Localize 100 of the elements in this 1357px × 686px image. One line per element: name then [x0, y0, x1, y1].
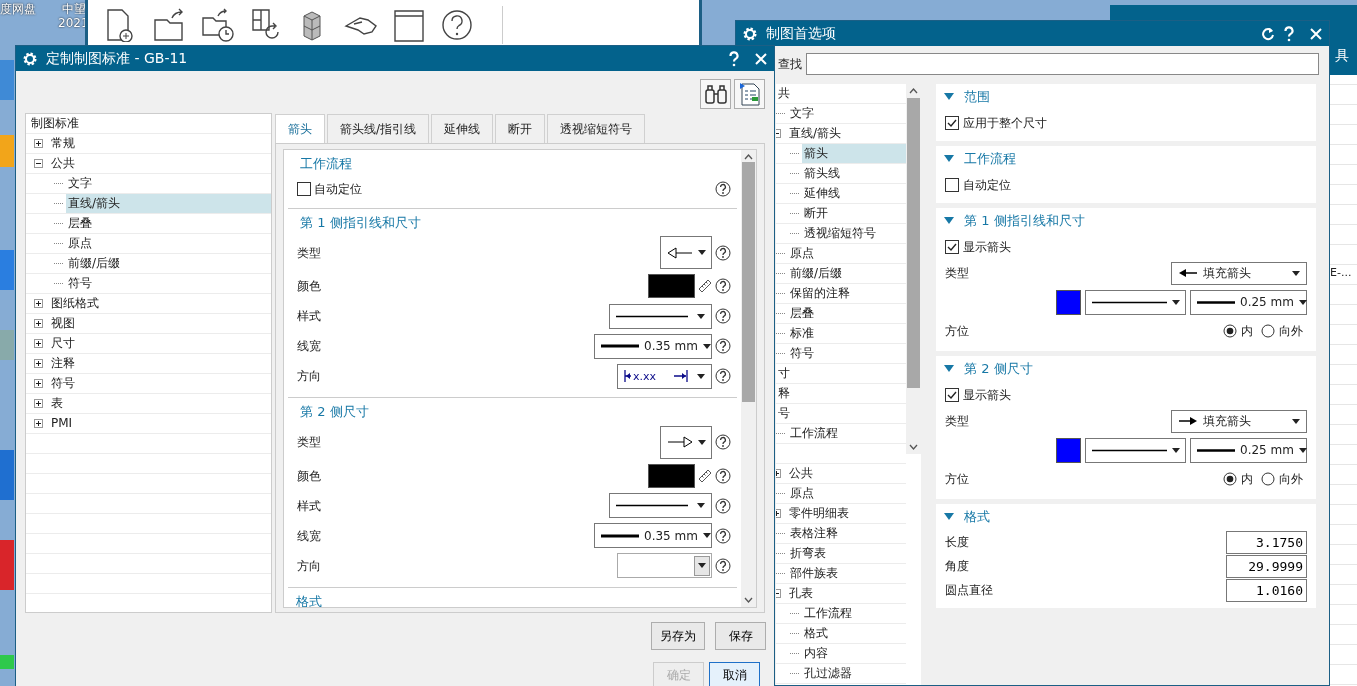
ruler-icon[interactable] [698, 279, 712, 293]
tree-item[interactable]: 层叠 [66, 214, 271, 233]
tree-toggle[interactable] [34, 139, 43, 148]
tab[interactable]: 箭头线/指引线 [327, 114, 430, 143]
tree-item[interactable]: 原点 [788, 484, 906, 503]
tree-item[interactable]: 前缀/后缀 [66, 254, 271, 273]
radio-button[interactable] [1261, 324, 1275, 338]
tree-toggle[interactable] [34, 299, 43, 308]
toolbar-button[interactable] [700, 79, 731, 109]
collapse-caret-icon[interactable] [944, 93, 954, 101]
tree-item[interactable]: 内容 [802, 644, 906, 663]
help-icon[interactable] [715, 308, 731, 324]
close-icon[interactable] [1309, 26, 1323, 41]
arrow-type-dropdown[interactable]: 填充箭头 [1171, 261, 1307, 285]
tree-item[interactable]: 尺寸 [49, 334, 271, 353]
tree-item[interactable]: 箭头线 [802, 164, 906, 183]
close-icon[interactable] [754, 51, 768, 66]
tree-item[interactable]: 符号 [66, 274, 271, 293]
tree-item[interactable]: 保留的注释 [788, 284, 906, 303]
tree-toggle[interactable] [34, 419, 43, 428]
number-field[interactable]: 1.0160 [1226, 578, 1307, 602]
tree-item[interactable]: 共 [776, 84, 906, 103]
checkbox[interactable] [297, 181, 311, 196]
scrollbar[interactable] [906, 84, 921, 454]
arrow-type-dropdown[interactable] [660, 425, 712, 459]
collapse-caret-icon[interactable] [944, 513, 954, 521]
tree-item[interactable]: 视图 [49, 314, 271, 333]
help-icon[interactable] [715, 467, 731, 484]
tree-toggle[interactable] [34, 159, 43, 168]
dialog-button[interactable]: 保存 [715, 622, 766, 650]
line-width-dropdown[interactable]: 0.25 mm [1190, 437, 1307, 463]
tree-item[interactable]: 寸 [776, 364, 906, 383]
tab[interactable]: 延伸线 [431, 114, 494, 143]
tree-toggle[interactable] [34, 399, 43, 408]
tab[interactable]: 断开 [495, 114, 546, 143]
search-field[interactable] [806, 53, 1319, 75]
tree-item[interactable]: 号 [776, 404, 906, 423]
radio-button[interactable] [1223, 472, 1237, 486]
tree-item[interactable]: 前缀/后缀 [788, 264, 906, 283]
folder-clock-icon[interactable] [200, 8, 234, 42]
checkbox[interactable] [945, 177, 959, 192]
tree-item[interactable]: 格式 [802, 624, 906, 643]
tree-item[interactable]: 公共 [787, 464, 906, 483]
color-swatch[interactable] [1056, 437, 1081, 463]
folder-icon[interactable] [152, 8, 186, 42]
tree-item[interactable]: 直线/箭头 [787, 124, 906, 143]
tree-item[interactable]: 层叠 [788, 304, 906, 323]
tree-item[interactable]: 透视缩短符号 [802, 224, 906, 243]
line-style-dropdown[interactable] [1085, 289, 1186, 315]
window-icon[interactable] [392, 8, 426, 42]
arrow-type-dropdown[interactable] [660, 236, 712, 269]
tree-item[interactable]: 孔过滤器 [802, 664, 906, 683]
color-swatch[interactable] [648, 463, 695, 488]
tree-item[interactable]: 释 [776, 384, 906, 403]
tree-item[interactable]: 工作流程 [802, 604, 906, 623]
tree-item[interactable]: 标准 [788, 324, 906, 343]
tree-item[interactable]: 符号 [49, 374, 271, 393]
refresh-icon[interactable] [1261, 26, 1275, 41]
tree-item[interactable]: 折弯表 [788, 544, 906, 563]
dialog-button[interactable]: 另存为 [651, 622, 705, 650]
tree-item[interactable]: 箭头 [802, 144, 906, 163]
help-icon[interactable] [1283, 25, 1295, 42]
tree-item[interactable]: 注释 [49, 354, 271, 373]
tree-item[interactable]: 文字 [788, 104, 906, 123]
color-swatch[interactable] [1056, 289, 1081, 315]
tree-item[interactable]: 常规 [49, 134, 271, 153]
tree-item[interactable]: 原点 [66, 234, 271, 253]
tree-toggle[interactable] [34, 319, 43, 328]
tree-item[interactable]: 延伸线 [802, 184, 906, 203]
tab[interactable]: 箭头 [275, 114, 325, 143]
tree-toggle[interactable] [34, 379, 43, 388]
help-icon[interactable] [715, 180, 731, 197]
color-swatch[interactable] [648, 274, 695, 298]
arrow-type-dropdown[interactable]: 填充箭头 [1171, 409, 1307, 433]
radio-button[interactable] [1223, 324, 1237, 338]
help-icon[interactable] [715, 497, 731, 514]
tree-item[interactable]: 零件明细表 [787, 504, 906, 523]
tree-item[interactable]: 断开 [802, 204, 906, 223]
number-field[interactable]: 29.9999 [1226, 554, 1307, 578]
line-style-dropdown[interactable] [609, 493, 712, 518]
help-icon[interactable] [715, 527, 731, 544]
tree-item[interactable]: 符号 [788, 344, 906, 363]
tree-root[interactable]: 制图标准 [29, 114, 271, 133]
tree-item[interactable]: 表格注释 [788, 524, 906, 543]
ruler-icon[interactable] [698, 468, 712, 483]
collapse-caret-icon[interactable] [944, 155, 954, 163]
tree-item[interactable]: 图纸格式 [49, 294, 271, 313]
tree-item[interactable]: PMI [49, 414, 271, 433]
help-icon[interactable] [715, 434, 731, 450]
help-icon[interactable] [728, 50, 740, 67]
tree-item[interactable]: 直线/箭头 [66, 194, 271, 213]
line-style-dropdown[interactable] [609, 303, 712, 329]
tree-toggle[interactable] [34, 359, 43, 368]
toolbar-button[interactable] [734, 79, 765, 109]
tree-item[interactable]: 公共 [49, 154, 271, 173]
tree-item[interactable]: 文字 [66, 174, 271, 193]
checkbox[interactable] [945, 115, 959, 130]
checkbox[interactable] [945, 239, 959, 254]
help-icon[interactable] [715, 368, 731, 384]
help-circle-icon[interactable] [440, 8, 474, 42]
